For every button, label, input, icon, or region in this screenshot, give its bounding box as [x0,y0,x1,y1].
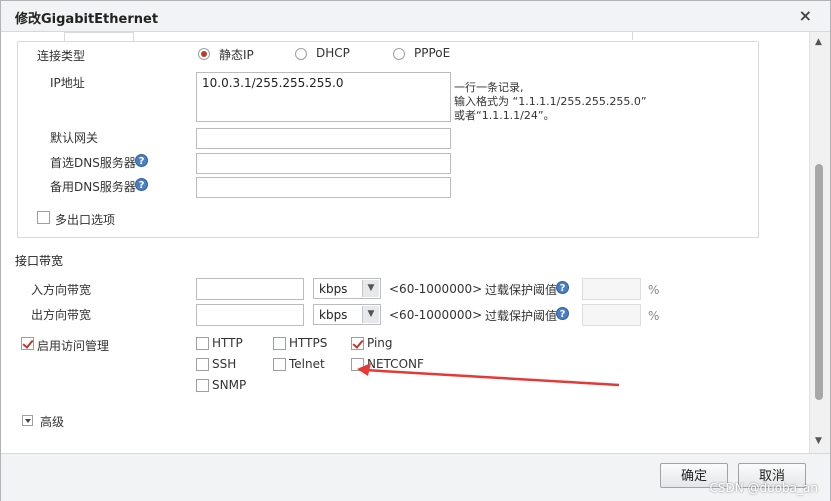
advanced-label[interactable]: 高级 [40,413,64,430]
service-ping-checkbox[interactable] [351,337,364,350]
dns1-input[interactable] [196,153,451,174]
service-snmp-label[interactable]: SNMP [212,378,246,392]
ip-hint-line3: 或者“1.1.1.1/24”。 [454,109,555,122]
tab-divider [632,32,643,40]
vertical-scrollbar[interactable]: ▲ ▼ [809,32,830,453]
inbound-overload-help-icon[interactable]: ? [556,281,569,294]
service-ping-label[interactable]: Ping [367,336,393,350]
ip-address-value: 10.0.3.1/255.255.255.0 [202,76,344,90]
advanced-expand-icon[interactable] [22,415,33,426]
ip-address-textarea[interactable]: 10.0.3.1/255.255.255.0 [196,72,451,122]
dns1-help-icon[interactable]: ? [135,154,148,167]
service-ssh-checkbox[interactable] [196,358,209,371]
access-management-checkbox[interactable] [21,337,34,350]
inbound-overload-label: 过载保护阈值 [485,283,558,297]
service-telnet-label[interactable]: Telnet [289,357,325,371]
tab-partial[interactable] [64,32,134,41]
outbound-range-text: <60-1000000> [389,308,483,322]
radio-static-ip-label[interactable]: 静态IP [219,46,254,63]
dialog-titlebar: 修改GigabitEthernet × [1,1,830,32]
close-icon[interactable]: × [799,6,812,25]
service-http-label[interactable]: HTTP [212,336,243,350]
multi-egress-label[interactable]: 多出口选项 [55,211,115,228]
multi-egress-checkbox[interactable] [37,211,50,224]
dialog-title: 修改GigabitEthernet [15,12,159,27]
radio-pppoe[interactable] [393,48,405,60]
service-https-label[interactable]: HTTPS [289,336,327,350]
radio-pppoe-label[interactable]: PPPoE [414,46,450,60]
inbound-range-text: <60-1000000> [389,282,483,296]
ip-address-label: IP地址 [50,76,85,90]
outbound-unit-select[interactable]: kbps ▼ [313,304,381,325]
service-http-checkbox[interactable] [196,337,209,350]
gateway-input[interactable] [196,128,451,149]
scroll-up-icon[interactable]: ▲ [815,37,822,47]
dns2-help-icon[interactable]: ? [135,178,148,191]
dns2-input[interactable] [196,177,451,198]
dns1-label: 首选DNS服务器 [50,156,136,170]
outbound-percent-sign: % [648,309,660,323]
connection-type-label: 连接类型 [37,49,86,63]
outbound-bandwidth-input[interactable] [196,304,304,326]
inbound-unit-value: kbps [319,282,348,296]
scroll-thumb[interactable] [815,164,823,400]
bandwidth-section-title: 接口带宽 [15,254,64,268]
radio-static-ip[interactable] [198,48,210,60]
gateway-label: 默认网关 [50,131,99,145]
outbound-unit-value: kbps [319,308,348,322]
service-https-checkbox[interactable] [273,337,286,350]
service-snmp-checkbox[interactable] [196,379,209,392]
radio-dhcp-label[interactable]: DHCP [316,46,350,60]
chevron-down-icon: ▼ [362,280,379,297]
service-ssh-label[interactable]: SSH [212,357,236,371]
outbound-overload-input [582,304,641,326]
inbound-bandwidth-input[interactable] [196,278,304,300]
inbound-overload-input [582,278,641,300]
dialog-footer: 确定 取消 CSDN @duoba_an [1,453,830,501]
inbound-percent-sign: % [648,283,660,297]
outbound-overload-help-icon[interactable]: ? [556,307,569,320]
scroll-down-icon[interactable]: ▼ [815,436,822,446]
inbound-unit-select[interactable]: kbps ▼ [313,278,381,299]
watermark: CSDN @duoba_an [709,481,818,495]
chevron-down-icon: ▼ [362,306,379,323]
dns2-label: 备用DNS服务器 [50,180,136,194]
outbound-bandwidth-label: 出方向带宽 [31,308,92,322]
radio-dhcp[interactable] [295,48,307,60]
edit-interface-dialog: 修改GigabitEthernet × 连接类型 静态IP DHCP PPPoE… [0,0,831,501]
access-management-label[interactable]: 启用访问管理 [37,337,109,354]
inbound-bandwidth-label: 入方向带宽 [31,283,92,297]
annotation-arrow [357,363,620,387]
service-telnet-checkbox[interactable] [273,358,286,371]
outbound-overload-label: 过载保护阈值 [485,309,558,323]
dialog-content: 连接类型 静态IP DHCP PPPoE IP地址 10.0.3.1/255.2… [5,32,810,453]
